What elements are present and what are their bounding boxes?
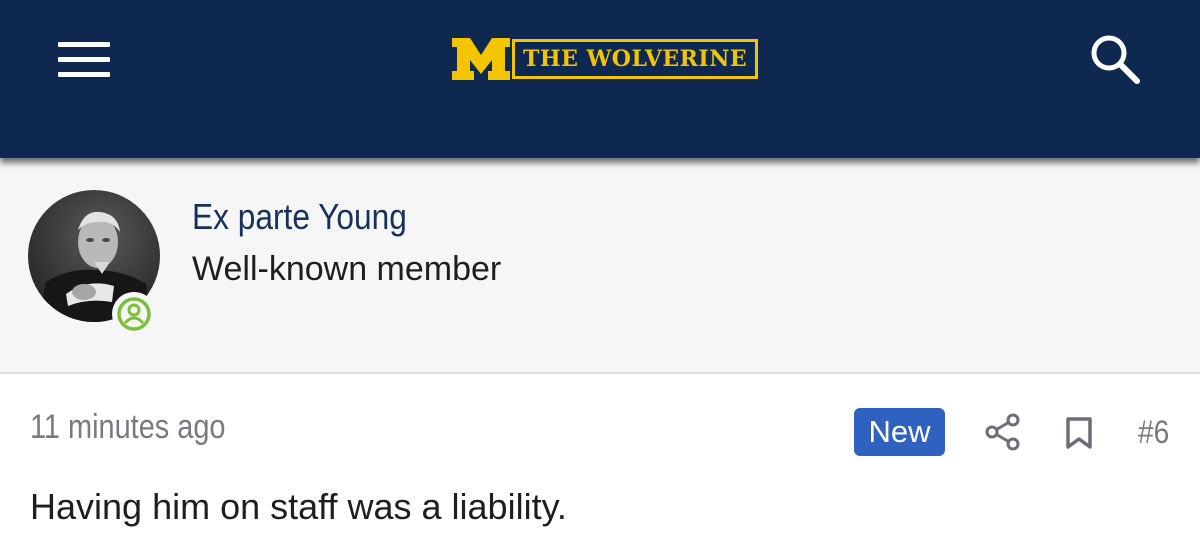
post-timestamp[interactable]: 11 minutes ago (30, 408, 225, 447)
share-icon[interactable] (984, 412, 1022, 452)
bookmark-icon[interactable] (1064, 416, 1094, 450)
online-status-badge (112, 292, 156, 336)
search-icon[interactable] (1088, 32, 1142, 86)
logo-text: THE WOLVERINE (512, 39, 759, 79)
post-body-text: Having him on staff was a liability. (30, 486, 567, 527)
online-user-icon (117, 297, 151, 331)
user-title: Well-known member (192, 250, 502, 288)
username-link[interactable]: Ex parte Young (192, 196, 407, 238)
menu-icon[interactable] (58, 42, 110, 78)
member-info: Ex parte Young Well-known member (0, 158, 1200, 374)
site-header: THE WOLVERINE (0, 0, 1200, 158)
post-number-link[interactable]: #6 (1138, 414, 1169, 451)
new-badge: New (854, 408, 945, 456)
block-m-logo-icon (452, 38, 510, 80)
post-meta-bar: 11 minutes ago New #6 (0, 376, 1200, 486)
site-logo[interactable]: THE WOLVERINE (452, 38, 759, 80)
